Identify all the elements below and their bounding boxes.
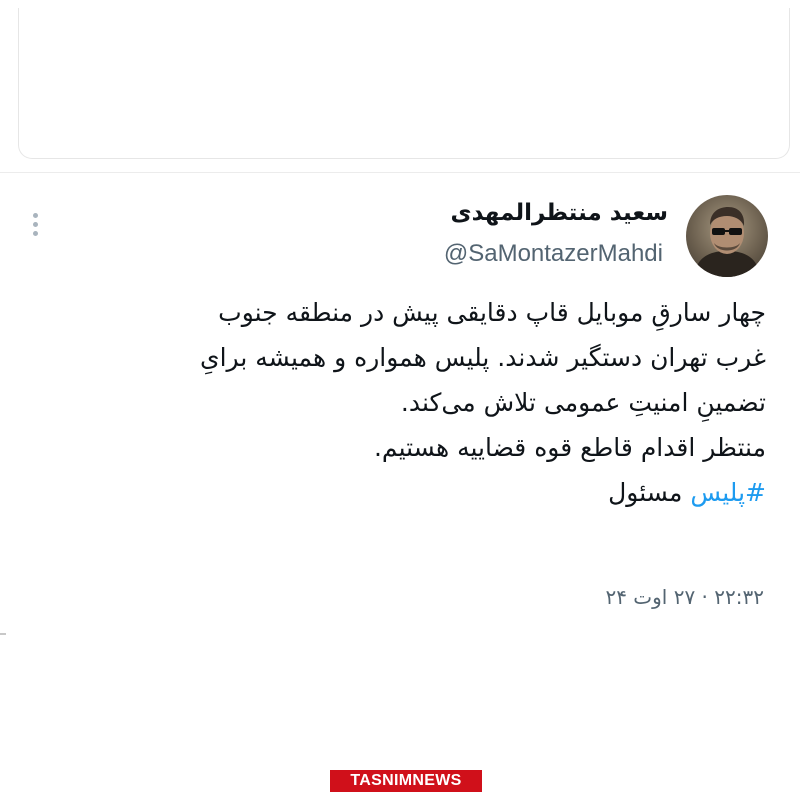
hashtag-link[interactable]: #پلیس — [690, 478, 766, 507]
more-vertical-icon[interactable] — [30, 213, 40, 243]
edge-divider — [0, 633, 6, 635]
author-name[interactable]: سعید منتظرالمهدی — [450, 200, 668, 226]
tweet-line: غرب تهران دستگیر شدند. پلیس همواره و همی… — [200, 343, 766, 372]
hashtag-suffix: مسئول — [608, 478, 691, 507]
tweet-line: تضمینِ امنیتِ عمومی تلاش می‌کند. — [400, 388, 766, 417]
previous-tweet-card — [18, 8, 790, 159]
avatar-photo-icon — [694, 207, 760, 277]
tweet-text: چهار سارقِ موبایل قاپ دقایقی پیش در منطق… — [46, 290, 766, 515]
watermark-logo: TASNIMNEWS — [330, 770, 482, 792]
hashtag-line: #پلیس مسئول — [46, 470, 766, 515]
tweet-line: چهار سارقِ موبایل قاپ دقایقی پیش در منطق… — [218, 298, 766, 327]
tweet-timestamp[interactable]: ۲۲:۳۲ · ۲۷ اوت ۲۴ — [605, 585, 764, 609]
author-handle[interactable]: @SaMontazerMahdi — [444, 240, 663, 268]
tweet-line: منتظر اقدام قاطع قوه قضاییه هستیم. — [373, 433, 766, 462]
author-avatar[interactable] — [686, 195, 768, 277]
